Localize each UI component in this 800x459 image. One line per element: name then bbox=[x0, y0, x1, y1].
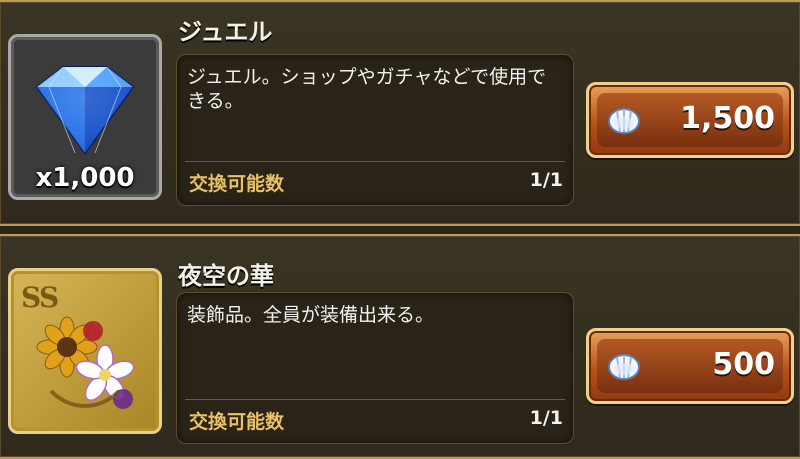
exchange-limit-count: 1/1 bbox=[529, 407, 563, 429]
flower-ornament-icon: S S bbox=[21, 281, 135, 409]
exchange-price-button[interactable]: 1,500 bbox=[586, 82, 794, 158]
item-title: 夜空の華 bbox=[178, 262, 274, 290]
item-quantity: x1,000 bbox=[35, 163, 135, 193]
shop-item-card: x1,000 ジュエル ジュエル。ショップやガチャなどで使用できる。 交換可能数… bbox=[0, 0, 800, 226]
item-description: 装飾品。全員が装備出来る。 bbox=[187, 304, 435, 326]
shell-currency-icon bbox=[608, 354, 640, 380]
item-title: ジュエル bbox=[178, 18, 273, 46]
exchange-price-button[interactable]: 500 bbox=[586, 328, 794, 404]
svg-text:S: S bbox=[39, 281, 59, 314]
shell-currency-icon bbox=[608, 108, 640, 134]
item-description-panel: ジュエル。ショップやガチャなどで使用できる。 交換可能数 1/1 bbox=[176, 54, 574, 206]
price-value: 1,500 bbox=[680, 101, 775, 136]
item-description: ジュエル。ショップやガチャなどで使用できる。 bbox=[187, 66, 547, 112]
shop-item-card: S S 夜空の華 装飾品。全員が装備出来る。 交換可能数 1/1 500 bbox=[0, 234, 800, 459]
item-thumbnail[interactable]: x1,000 bbox=[8, 34, 162, 200]
exchange-limit-count: 1/1 bbox=[529, 169, 563, 191]
price-value: 500 bbox=[712, 347, 775, 382]
divider bbox=[185, 161, 565, 162]
item-description-panel: 装飾品。全員が装備出来る。 交換可能数 1/1 bbox=[176, 292, 574, 444]
exchange-limit-label: 交換可能数 bbox=[189, 411, 285, 433]
divider bbox=[185, 399, 565, 400]
item-thumbnail[interactable]: S S bbox=[8, 268, 162, 434]
exchange-limit-label: 交換可能数 bbox=[189, 173, 285, 195]
